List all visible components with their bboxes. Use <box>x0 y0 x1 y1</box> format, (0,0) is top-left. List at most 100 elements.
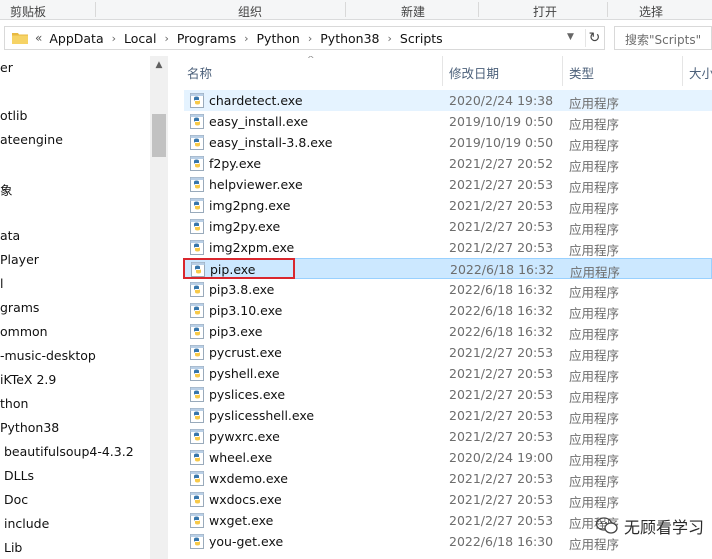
ribbon-divider <box>607 2 608 17</box>
breadcrumb-local[interactable]: Local <box>124 31 156 46</box>
file-row[interactable]: pip3.exe 2022/6/18 16:32 应用程序 <box>184 321 712 342</box>
file-name: easy_install.exe <box>209 114 309 129</box>
file-modified-date: 2022/6/18 16:32 <box>450 262 555 277</box>
chevron-down-icon[interactable]: ▼ <box>567 32 579 44</box>
nav-scrollbar[interactable]: ▲ <box>150 56 168 559</box>
file-row[interactable]: img2xpm.exe 2021/2/27 20:53 应用程序 <box>184 237 712 258</box>
file-type: 应用程序 <box>569 390 620 405</box>
file-name: chardetect.exe <box>209 93 303 108</box>
nav-item[interactable]: Doc <box>4 492 28 512</box>
scroll-up-icon[interactable]: ▲ <box>150 60 168 72</box>
file-row[interactable]: chardetect.exe 2020/2/24 19:38 应用程序 <box>184 90 712 111</box>
python-exe-icon <box>190 366 204 381</box>
file-name: pyslices.exe <box>209 387 286 402</box>
address-bar[interactable]: « AppData › Local › Programs › Python › … <box>4 26 605 50</box>
nav-item[interactable]: Python38 <box>0 420 59 440</box>
nav-item[interactable]: beautifulsoup4-4.3.2 <box>4 444 134 464</box>
nav-item[interactable]: iKTeX 2.9 <box>0 372 56 392</box>
file-row[interactable]: pycrust.exe 2021/2/27 20:53 应用程序 <box>184 342 712 363</box>
breadcrumb-python38[interactable]: Python38 <box>320 31 379 46</box>
file-row[interactable]: pyshell.exe 2021/2/27 20:53 应用程序 <box>184 363 712 384</box>
file-type: 应用程序 <box>569 96 620 111</box>
column-header-type[interactable]: 类型 <box>569 63 594 82</box>
nav-item[interactable]: include <box>4 516 49 536</box>
file-type: 应用程序 <box>569 159 620 174</box>
python-exe-icon <box>190 534 204 549</box>
python-exe-icon <box>190 156 204 171</box>
nav-item[interactable]: er <box>0 60 13 80</box>
file-name: wxdemo.exe <box>209 471 288 486</box>
column-header-date[interactable]: 修改日期 <box>449 63 499 82</box>
file-row[interactable]: f2py.exe 2021/2/27 20:52 应用程序 <box>184 153 712 174</box>
nav-item[interactable]: ommon <box>0 324 48 344</box>
file-modified-date: 2021/2/27 20:53 <box>449 366 554 381</box>
file-row[interactable]: pip3.10.exe 2022/6/18 16:32 应用程序 <box>184 300 712 321</box>
file-row[interactable]: pywxrc.exe 2021/2/27 20:53 应用程序 <box>184 426 712 447</box>
ribbon-group-select: 选择 <box>639 5 664 19</box>
nav-item[interactable]: grams <box>0 300 39 320</box>
chevron-right-icon[interactable]: › <box>388 32 392 45</box>
python-exe-icon <box>191 262 205 277</box>
search-input[interactable]: 搜索"Scripts" <box>614 26 712 50</box>
breadcrumb-python[interactable]: Python <box>257 31 300 46</box>
ribbon-group-open: 打开 <box>533 5 558 19</box>
file-row[interactable]: wxdocs.exe 2021/2/27 20:53 应用程序 <box>184 489 712 510</box>
nav-item[interactable]: otlib <box>0 108 27 128</box>
refresh-icon[interactable]: ↻ <box>585 29 603 47</box>
file-modified-date: 2021/2/27 20:53 <box>449 471 554 486</box>
nav-item[interactable]: l <box>0 276 3 296</box>
nav-item[interactable]: ata <box>0 228 20 248</box>
file-modified-date: 2022/6/18 16:32 <box>449 324 554 339</box>
nav-item[interactable]: -music-desktop <box>0 348 96 368</box>
breadcrumb-overflow[interactable]: « <box>35 31 42 45</box>
file-row[interactable]: easy_install-3.8.exe 2019/10/19 0:50 应用程序 <box>184 132 712 153</box>
file-row[interactable]: pyslicesshell.exe 2021/2/27 20:53 应用程序 <box>184 405 712 426</box>
file-row[interactable]: img2png.exe 2021/2/27 20:53 应用程序 <box>184 195 712 216</box>
file-row[interactable]: wxdemo.exe 2021/2/27 20:53 应用程序 <box>184 468 712 489</box>
file-type: 应用程序 <box>569 306 620 321</box>
nav-item[interactable]: Lib <box>4 540 22 559</box>
file-row[interactable]: wheel.exe 2020/2/24 19:00 应用程序 <box>184 447 712 468</box>
python-exe-icon <box>190 345 204 360</box>
python-exe-icon <box>190 471 204 486</box>
file-name: easy_install-3.8.exe <box>209 135 333 150</box>
breadcrumb-scripts[interactable]: Scripts <box>400 31 443 46</box>
file-type: 应用程序 <box>569 453 620 468</box>
file-name: pyslicesshell.exe <box>209 408 315 423</box>
column-divider[interactable] <box>562 56 563 86</box>
file-row[interactable]: pyslices.exe 2021/2/27 20:53 应用程序 <box>184 384 712 405</box>
breadcrumb-appdata[interactable]: AppData <box>49 31 103 46</box>
python-exe-icon <box>190 198 204 213</box>
chevron-right-icon[interactable]: › <box>308 32 312 45</box>
wechat-icon <box>596 517 618 534</box>
column-header-name[interactable]: 名称 <box>187 63 212 82</box>
file-row[interactable]: helpviewer.exe 2021/2/27 20:53 应用程序 <box>184 174 712 195</box>
file-row[interactable]: easy_install.exe 2019/10/19 0:50 应用程序 <box>184 111 712 132</box>
python-exe-icon <box>190 93 204 108</box>
file-name: pyshell.exe <box>209 366 280 381</box>
file-modified-date: 2022/6/18 16:30 <box>449 534 554 549</box>
column-header-size[interactable]: 大小 <box>689 63 712 82</box>
file-type: 应用程序 <box>569 285 620 300</box>
file-name: img2xpm.exe <box>209 240 295 255</box>
chevron-right-icon[interactable]: › <box>244 32 248 45</box>
nav-item[interactable]: DLLs <box>4 468 34 488</box>
chevron-right-icon[interactable]: › <box>164 32 168 45</box>
scrollbar-thumb[interactable] <box>152 114 166 157</box>
file-type: 应用程序 <box>569 411 620 426</box>
file-name: img2py.exe <box>209 219 281 234</box>
file-row[interactable]: img2py.exe 2021/2/27 20:53 应用程序 <box>184 216 712 237</box>
file-row[interactable]: pip.exe 2022/6/18 16:32 应用程序 <box>184 258 712 280</box>
file-row[interactable]: pip3.8.exe 2022/6/18 16:32 应用程序 <box>184 279 712 300</box>
file-name: pip3.10.exe <box>209 303 283 318</box>
chevron-right-icon[interactable]: › <box>112 32 116 45</box>
breadcrumb-programs[interactable]: Programs <box>177 31 236 46</box>
file-type: 应用程序 <box>569 348 620 363</box>
column-divider[interactable] <box>682 56 683 86</box>
nav-item[interactable]: Player <box>0 252 39 272</box>
nav-item[interactable]: thon <box>0 396 28 416</box>
nav-item[interactable]: 象 <box>0 180 13 200</box>
column-divider[interactable] <box>442 56 443 86</box>
nav-item[interactable]: ateengine <box>0 132 63 152</box>
file-modified-date: 2022/6/18 16:32 <box>449 303 554 318</box>
